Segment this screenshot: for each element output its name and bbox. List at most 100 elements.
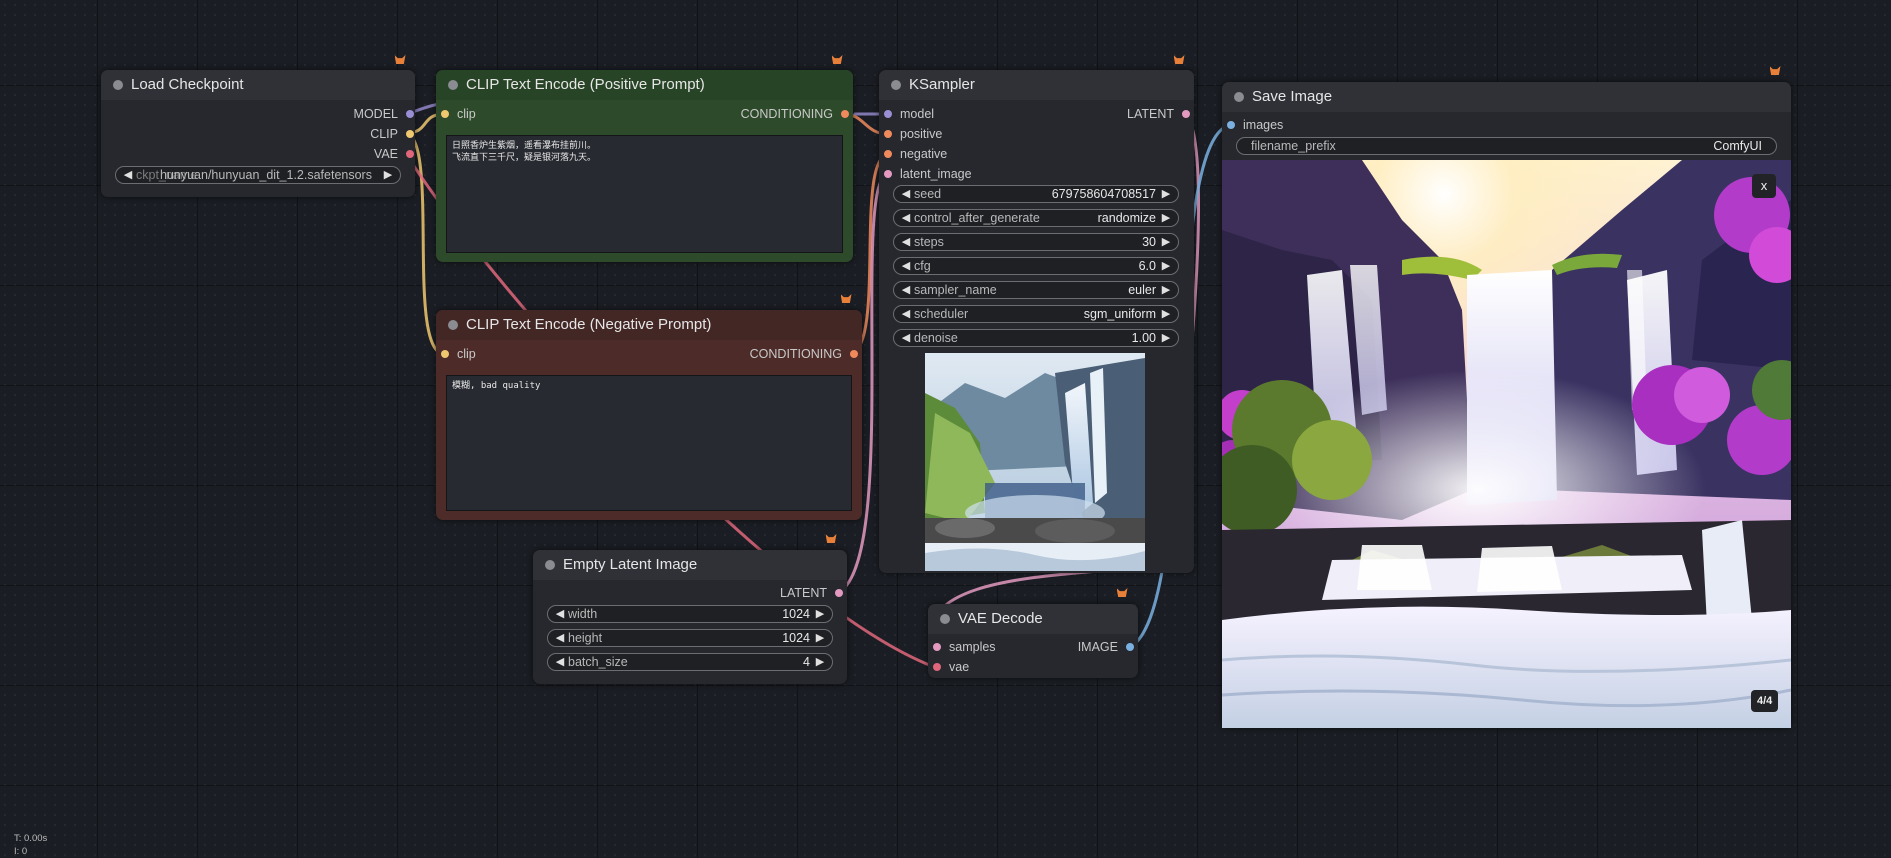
arrow-left-icon[interactable]: ◀ [899,306,913,322]
seed-widget[interactable]: ◀ seed 679758604708517 ▶ [893,185,1179,203]
arrow-right-icon[interactable]: ▶ [1159,186,1173,202]
output-dot[interactable] [850,350,858,358]
image-counter-badge: 4/4 [1751,690,1779,712]
input-clip[interactable]: clip [441,105,476,123]
node-save-image[interactable]: Save Image images filename_prefix ComfyU… [1222,82,1791,728]
node-vae-decode[interactable]: VAE Decode samples vae IMAGE [928,604,1138,678]
control-after-generate-widget[interactable]: ◀ control_after_generate randomize ▶ [893,209,1179,227]
output-vae[interactable]: VAE [374,145,414,163]
arrow-right-icon[interactable]: ▶ [1159,330,1173,346]
input-positive[interactable]: positive [884,125,942,143]
arrow-left-icon[interactable]: ◀ [553,606,567,622]
collapse-dot[interactable] [545,560,555,570]
node-empty-latent[interactable]: Empty Latent Image LATENT ◀ width 1024 ▶… [533,550,847,684]
arrow-left-icon[interactable]: ◀ [899,330,913,346]
arrow-right-icon[interactable]: ▶ [1159,306,1173,322]
node-clip-positive[interactable]: CLIP Text Encode (Positive Prompt) clip … [436,70,853,262]
filename-prefix-widget[interactable]: filename_prefix ComfyUI [1236,137,1777,155]
output-dot[interactable] [1126,643,1134,651]
output-dot[interactable] [841,110,849,118]
arrow-left-icon[interactable]: ◀ [553,630,567,646]
output-dot[interactable] [1182,110,1190,118]
ckpt-name-combo[interactable]: ◀ ckpt_name hunyuan/hunyuan_dit_1.2.safe… [115,166,401,184]
input-negative[interactable]: negative [884,145,947,163]
node-badge-icon [829,52,845,68]
prompt-textarea[interactable]: 模糊, bad quality [446,375,852,511]
input-latent-image[interactable]: latent_image [884,165,972,183]
node-badge-icon [1767,63,1783,79]
input-dot[interactable] [933,663,941,671]
output-dot[interactable] [406,150,414,158]
arrow-left-icon[interactable]: ◀ [553,654,567,670]
output-image[interactable]: IMAGE [1078,638,1134,656]
input-clip[interactable]: clip [441,345,476,363]
node-title[interactable]: Save Image [1222,82,1791,112]
input-dot[interactable] [933,643,941,651]
input-dot[interactable] [884,110,892,118]
arrow-left-icon[interactable]: ◀ [899,234,913,250]
output-latent[interactable]: LATENT [780,584,843,602]
arrow-left-icon[interactable]: ◀ [899,282,913,298]
node-ksampler[interactable]: KSampler model positive negative latent_… [879,70,1194,573]
arrow-right-icon[interactable]: ▶ [1159,282,1173,298]
collapse-dot[interactable] [1234,92,1244,102]
input-dot[interactable] [884,130,892,138]
arrow-right-icon[interactable]: ▶ [813,606,827,622]
prompt-textarea[interactable]: 日照香炉生紫烟，遥看瀑布挂前川。 飞流直下三千尺，疑是银河落九天。 [446,135,843,253]
node-clip-negative[interactable]: CLIP Text Encode (Negative Prompt) clip … [436,310,862,520]
steps-widget[interactable]: ◀ steps 30 ▶ [893,233,1179,251]
input-dot[interactable] [1227,121,1235,129]
node-title[interactable]: CLIP Text Encode (Positive Prompt) [436,70,853,100]
arrow-right-icon[interactable]: ▶ [1159,258,1173,274]
arrow-left-icon[interactable]: ◀ [121,167,135,183]
batch-size-widget[interactable]: ◀ batch_size 4 ▶ [547,653,833,671]
node-title[interactable]: Load Checkpoint [101,70,415,100]
cfg-widget[interactable]: ◀ cfg 6.0 ▶ [893,257,1179,275]
output-dot[interactable] [835,589,843,597]
scheduler-widget[interactable]: ◀ scheduler sgm_uniform ▶ [893,305,1179,323]
output-latent[interactable]: LATENT [1127,105,1190,123]
output-dot[interactable] [406,110,414,118]
input-model[interactable]: model [884,105,934,123]
arrow-left-icon[interactable]: ◀ [899,210,913,226]
latent-preview-image [925,353,1145,571]
output-conditioning[interactable]: CONDITIONING [741,105,849,123]
close-preview-button[interactable]: x [1752,174,1776,198]
arrow-right-icon[interactable]: ▶ [813,654,827,670]
input-samples[interactable]: samples [933,638,996,656]
collapse-dot[interactable] [940,614,950,624]
arrow-left-icon[interactable]: ◀ [899,258,913,274]
input-dot[interactable] [441,110,449,118]
input-images[interactable]: images [1227,116,1283,134]
node-badge-icon [1114,585,1130,601]
output-clip[interactable]: CLIP [370,125,414,143]
arrow-right-icon[interactable]: ▶ [1159,210,1173,226]
sampler-name-widget[interactable]: ◀ sampler_name euler ▶ [893,281,1179,299]
node-badge-icon [823,531,839,547]
arrow-right-icon[interactable]: ▶ [381,167,395,183]
node-title[interactable]: KSampler [879,70,1194,100]
node-title[interactable]: Empty Latent Image [533,550,847,580]
input-dot[interactable] [441,350,449,358]
height-widget[interactable]: ◀ height 1024 ▶ [547,629,833,647]
collapse-dot[interactable] [448,80,458,90]
node-title[interactable]: VAE Decode [928,604,1138,634]
arrow-right-icon[interactable]: ▶ [813,630,827,646]
input-dot[interactable] [884,170,892,178]
input-dot[interactable] [884,150,892,158]
input-vae[interactable]: vae [933,658,969,676]
output-model[interactable]: MODEL [354,105,414,123]
output-conditioning[interactable]: CONDITIONING [750,345,858,363]
node-badge-icon [392,52,408,68]
arrow-right-icon[interactable]: ▶ [1159,234,1173,250]
denoise-widget[interactable]: ◀ denoise 1.00 ▶ [893,329,1179,347]
node-title[interactable]: CLIP Text Encode (Negative Prompt) [436,310,862,340]
node-badge-icon [1171,52,1187,68]
output-dot[interactable] [406,130,414,138]
collapse-dot[interactable] [891,80,901,90]
node-load-checkpoint[interactable]: Load Checkpoint MODEL CLIP VAE ◀ ckpt_na… [101,70,415,197]
arrow-left-icon[interactable]: ◀ [899,186,913,202]
collapse-dot[interactable] [113,80,123,90]
collapse-dot[interactable] [448,320,458,330]
width-widget[interactable]: ◀ width 1024 ▶ [547,605,833,623]
